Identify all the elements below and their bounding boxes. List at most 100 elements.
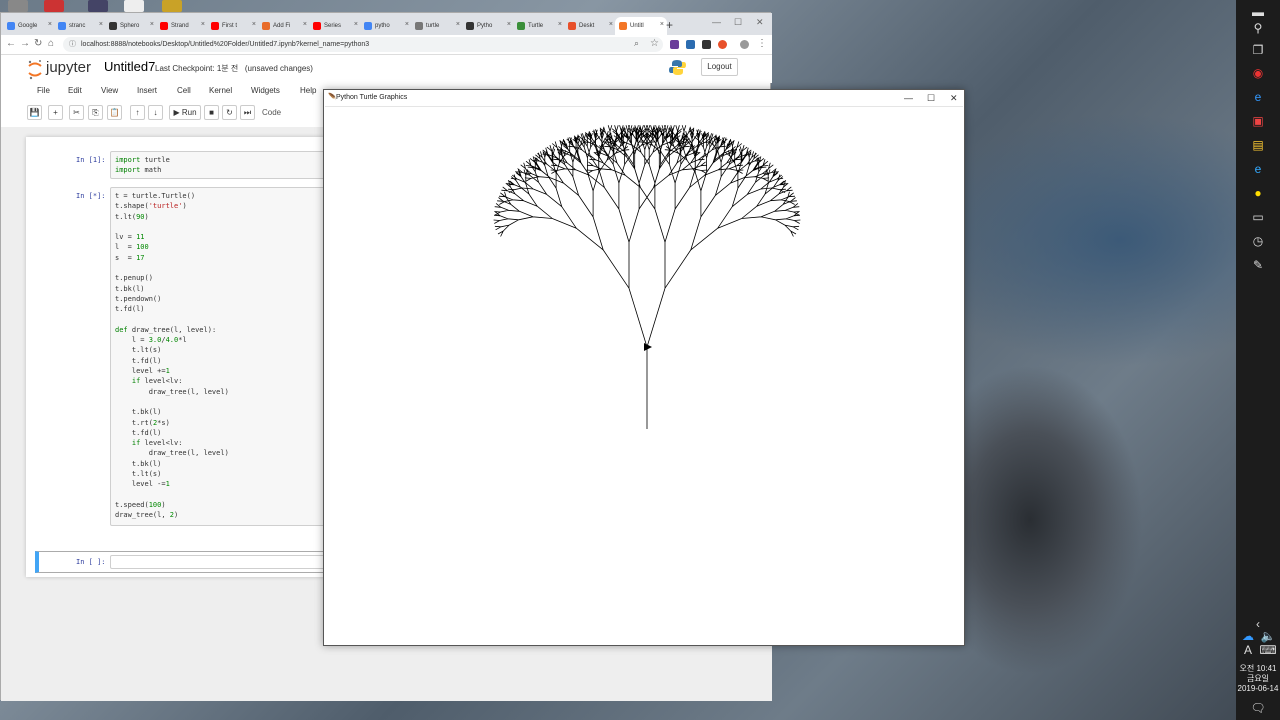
cell-3-input[interactable] — [110, 555, 325, 569]
forward-icon[interactable]: → — [20, 38, 30, 49]
zoom-icon[interactable]: ⌕ — [634, 38, 639, 49]
tab-close-icon[interactable]: × — [507, 21, 511, 28]
reload-icon[interactable]: ↻ — [34, 38, 42, 49]
chrome-icon[interactable]: ◉ — [1250, 65, 1266, 81]
tab-close-icon[interactable]: × — [150, 21, 154, 28]
paste-button[interactable]: 📋 — [107, 105, 122, 120]
ie-icon[interactable]: e — [1250, 161, 1266, 177]
keyboard-icon[interactable]: ⌨ — [1259, 642, 1276, 658]
tab-close-icon[interactable]: × — [609, 21, 613, 28]
desktop-icon-3[interactable] — [88, 0, 108, 12]
profile-avatar[interactable] — [740, 40, 749, 49]
desktop-icon-4[interactable] — [124, 0, 144, 12]
copy-button[interactable]: ⎘ — [88, 105, 103, 120]
logout-button[interactable]: Logout — [701, 58, 738, 76]
tab-close-icon[interactable]: × — [48, 21, 52, 28]
turtle-canvas[interactable] — [325, 106, 963, 645]
tab-0[interactable]: Google × — [3, 17, 55, 35]
close-button[interactable]: ✕ — [756, 17, 764, 28]
turtle-minimize-button[interactable]: — — [904, 90, 913, 106]
tab-close-icon[interactable]: × — [201, 21, 205, 28]
tab-7[interactable]: pytho × — [360, 17, 412, 35]
clock[interactable]: 오전 10:41 금요일 2019-06-14 — [1236, 664, 1280, 694]
active-empty-cell[interactable]: In [ ]: — [35, 551, 326, 573]
tab-4[interactable]: First t × — [207, 17, 259, 35]
tab-close-icon[interactable]: × — [99, 21, 103, 28]
tab-close-icon[interactable]: × — [456, 21, 460, 28]
move-up-button[interactable]: ↑ — [130, 105, 145, 120]
browser-menu-icon[interactable]: ⋮ — [757, 38, 767, 49]
home-icon[interactable]: ⌂ — [48, 38, 54, 49]
tab-close-icon[interactable]: × — [660, 21, 664, 28]
tab-12[interactable]: Untitl × — [615, 17, 667, 35]
run-button[interactable]: ▶ Run — [169, 105, 201, 120]
desktop-icon-5[interactable] — [162, 0, 182, 12]
insert-cell-button[interactable]: + — [48, 105, 63, 120]
tab-close-icon[interactable]: × — [354, 21, 358, 28]
tab-5[interactable]: Add Fi × — [258, 17, 310, 35]
back-icon[interactable]: ← — [6, 38, 16, 49]
ime-icon[interactable]: A — [1240, 642, 1256, 658]
menu-cell[interactable]: Cell — [177, 86, 191, 95]
extension-icon-4[interactable] — [718, 40, 727, 49]
notebook-name[interactable]: Untitled7 — [104, 59, 155, 74]
turtle-icon — [517, 22, 525, 30]
save-button[interactable]: 💾 — [27, 105, 42, 120]
search-icon[interactable]: ⚲ — [1250, 20, 1266, 36]
tab-close-icon[interactable]: × — [558, 21, 562, 28]
turtle-titlebar[interactable]: 🪶 Python Turtle Graphics — ☐ ✕ — [324, 90, 964, 106]
bookmark-star-icon[interactable]: ☆ — [650, 38, 659, 49]
clock-app-icon[interactable]: ◷ — [1250, 233, 1266, 249]
cut-button[interactable]: ✂ — [69, 105, 84, 120]
tab-8[interactable]: turtle × — [411, 17, 463, 35]
turtle-window[interactable]: 🪶 Python Turtle Graphics — ☐ ✕ — [323, 89, 965, 646]
checkpoint-text: Last Checkpoint: 1분 전 — [155, 64, 239, 73]
info-icon[interactable]: ⓘ — [69, 37, 76, 52]
turtle-close-button[interactable]: ✕ — [950, 90, 958, 106]
jupyter-logo-icon[interactable] — [27, 58, 43, 80]
tab-close-icon[interactable]: × — [405, 21, 409, 28]
tab-close-icon[interactable]: × — [303, 21, 307, 28]
tab-9[interactable]: Pytho × — [462, 17, 514, 35]
extension-icon-3[interactable] — [702, 40, 711, 49]
turtle-maximize-button[interactable]: ☐ — [927, 90, 935, 106]
new-tab-button[interactable]: + — [666, 18, 673, 32]
maximize-button[interactable]: ☐ — [734, 17, 742, 28]
tab-2[interactable]: Sphero × — [105, 17, 157, 35]
tab-6[interactable]: Series × — [309, 17, 361, 35]
task-view-icon[interactable]: ❐ — [1250, 42, 1266, 58]
window-app-icon[interactable]: ▭ — [1250, 209, 1266, 225]
stop-button[interactable]: ■ — [204, 105, 219, 120]
desktop-icon-1[interactable] — [8, 0, 28, 12]
menu-edit[interactable]: Edit — [68, 86, 82, 95]
restart-button[interactable]: ↻ — [222, 105, 237, 120]
notification-icon[interactable]: ▬ — [1250, 4, 1266, 20]
menu-kernel[interactable]: Kernel — [209, 86, 232, 95]
tab-10[interactable]: Turtle × — [513, 17, 565, 35]
file-explorer-icon[interactable]: ▤ — [1250, 137, 1266, 153]
menu-widgets[interactable]: Widgets — [251, 86, 280, 95]
desktop-icon-2[interactable] — [44, 0, 64, 12]
app-icon-red[interactable]: ▣ — [1250, 113, 1266, 129]
kakaotalk-icon[interactable]: ● — [1250, 185, 1266, 201]
feather-app-icon[interactable]: ✎ — [1250, 257, 1266, 273]
menu-help[interactable]: Help — [300, 86, 316, 95]
action-center-icon[interactable]: 🗨 — [1250, 700, 1266, 716]
restart-run-all-button[interactable]: ⏭ — [240, 105, 255, 120]
tab-close-icon[interactable]: × — [252, 21, 256, 28]
tab-3[interactable]: Strand × — [156, 17, 208, 35]
extension-icon-1[interactable] — [670, 40, 679, 49]
extension-icon-2[interactable] — [686, 40, 695, 49]
menu-view[interactable]: View — [101, 86, 118, 95]
cell-1-input[interactable]: import turtle import math — [110, 151, 326, 179]
menu-file[interactable]: File — [37, 86, 50, 95]
menu-insert[interactable]: Insert — [137, 86, 157, 95]
tab-11[interactable]: Deskt × — [564, 17, 616, 35]
url-field[interactable]: ⓘ localhost:8888/notebooks/Desktop/Untit… — [63, 37, 663, 52]
cell-2-input[interactable]: t = turtle.Turtle() t.shape('turtle') t.… — [110, 187, 326, 526]
move-down-button[interactable]: ↓ — [148, 105, 163, 120]
tab-1[interactable]: stranc × — [54, 17, 106, 35]
edge-icon[interactable]: e — [1250, 89, 1266, 105]
minimize-button[interactable]: — — [712, 17, 721, 27]
cell-type-select[interactable]: Code — [259, 105, 329, 120]
